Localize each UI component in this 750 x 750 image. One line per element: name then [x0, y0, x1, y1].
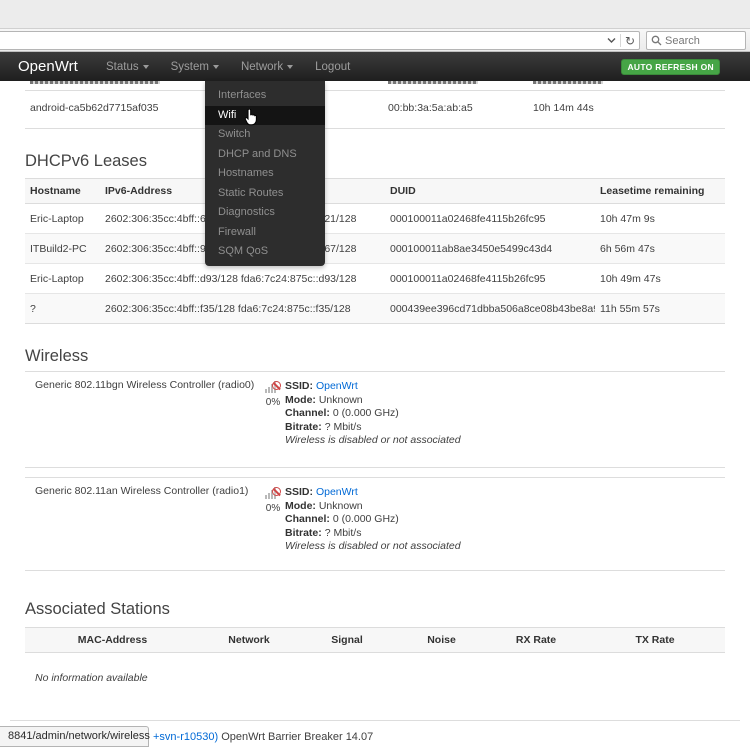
table-header-row: Hostname IPv6-Address DUID Leasetime rem…	[25, 179, 725, 204]
nav-status[interactable]: Status	[95, 61, 160, 73]
associated-stations-table: MAC-Address Network Signal Noise RX Rate…	[25, 627, 725, 653]
menu-item-switch[interactable]: Switch	[205, 125, 325, 145]
col-mac: MAC-Address	[25, 628, 200, 653]
radio0-block: Generic 802.11bgn Wireless Controller (r…	[25, 371, 725, 468]
link-preview-statusbar: 8841/admin/network/wireless	[0, 726, 149, 747]
caret-down-icon	[287, 65, 293, 69]
nav-network[interactable]: Network	[230, 61, 304, 73]
table-row: Eric-Laptop 2602:306:35cc:4bff::621/128 …	[25, 204, 725, 234]
table-divider	[25, 90, 725, 91]
menu-item-wifi[interactable]: Wifi	[205, 106, 325, 126]
clipped-row-remnant	[388, 81, 478, 84]
menu-item-hostnames[interactable]: Hostnames	[205, 164, 325, 184]
associated-stations-title: Associated Stations	[25, 600, 170, 619]
table-divider	[25, 128, 725, 129]
openwrt-navbar: OpenWrt Status System Network Logout AUT…	[0, 52, 750, 81]
col-signal: Signal	[298, 628, 396, 653]
dhcpv6-leases-title: DHCPv6 Leases	[25, 152, 147, 171]
caret-down-icon	[213, 65, 219, 69]
ssid-link[interactable]: OpenWrt	[316, 380, 358, 392]
col-hostname: Hostname	[25, 179, 100, 204]
signal-percent: 0%	[261, 503, 285, 514]
col-duid: DUID	[385, 179, 595, 204]
radio0-name: Generic 802.11bgn Wireless Controller (r…	[35, 379, 254, 391]
nav-logout[interactable]: Logout	[304, 61, 361, 73]
dhcp-hostname: android-ca5b62d7715af035	[30, 102, 158, 114]
no-signal-icon	[272, 381, 281, 390]
table-row: ? 2602:306:35cc:4bff::f35/128 fda6:7c24:…	[25, 294, 725, 324]
radio1-name: Generic 802.11an Wireless Controller (ra…	[35, 485, 248, 497]
no-signal-icon	[272, 487, 281, 496]
menu-item-interfaces[interactable]: Interfaces	[205, 86, 325, 106]
footer-text: +svn-r10530) OpenWrt Barrier Breaker 14.…	[153, 731, 373, 743]
clipped-row-remnant	[30, 81, 160, 84]
clipped-row-remnant	[533, 81, 603, 84]
table-header-row: MAC-Address Network Signal Noise RX Rate…	[25, 628, 725, 653]
browser-search-box[interactable]	[646, 31, 746, 50]
table-row: ITBuild2-PC 2602:306:35cc:4bff::967/128 …	[25, 234, 725, 264]
col-noise: Noise	[396, 628, 487, 653]
mouse-cursor-hand-icon	[244, 109, 260, 131]
signal-disabled-icon	[265, 487, 281, 500]
signal-percent: 0%	[261, 397, 285, 408]
url-bar[interactable]: ↻	[0, 31, 640, 50]
caret-down-icon	[143, 65, 149, 69]
col-leasetime: Leasetime remaining	[595, 179, 725, 204]
radio1-block: Generic 802.11an Wireless Controller (ra…	[25, 477, 725, 571]
col-network: Network	[200, 628, 298, 653]
menu-item-firewall[interactable]: Firewall	[205, 223, 325, 243]
toolbar-divider	[620, 34, 621, 47]
wireless-title: Wireless	[25, 347, 88, 366]
nav-system[interactable]: System	[160, 61, 230, 73]
chevron-down-icon[interactable]	[607, 37, 616, 44]
menu-item-dhcp-dns[interactable]: DHCP and DNS	[205, 145, 325, 165]
radio0-note: Wireless is disabled or not associated	[285, 434, 461, 448]
auto-refresh-badge[interactable]: AUTO REFRESH ON	[621, 59, 720, 75]
col-rx-rate: RX Rate	[487, 628, 585, 653]
signal-disabled-icon	[265, 381, 281, 394]
table-row: Eric-Laptop 2602:306:35cc:4bff::d93/128 …	[25, 264, 725, 294]
dhcpv6-leases-table: Hostname IPv6-Address DUID Leasetime rem…	[25, 178, 725, 324]
col-tx-rate: TX Rate	[585, 628, 725, 653]
luci-version-link[interactable]: +svn-r10530)	[153, 731, 218, 743]
no-information-message: No information available	[35, 672, 148, 684]
openwrt-wireless-page: ↻ OpenWrt Status System Network Logout A…	[0, 0, 750, 750]
ssid-link[interactable]: OpenWrt	[316, 486, 358, 498]
dhcp-mac: 00:bb:3a:5a:ab:a5	[388, 102, 473, 114]
search-icon	[651, 35, 662, 46]
radio1-note: Wireless is disabled or not associated	[285, 540, 461, 554]
dhcp-leasetime: 10h 14m 44s	[533, 102, 594, 114]
menu-item-static-routes[interactable]: Static Routes	[205, 184, 325, 204]
search-input[interactable]	[665, 35, 735, 47]
browser-tabstrip	[0, 0, 750, 29]
brand-logo: OpenWrt	[18, 58, 78, 75]
menu-item-sqm-qos[interactable]: SQM QoS	[205, 242, 325, 262]
network-dropdown-menu: Interfaces Wifi Switch DHCP and DNS Host…	[205, 81, 325, 266]
reload-icon[interactable]: ↻	[625, 35, 635, 47]
footer-divider	[10, 720, 740, 721]
menu-item-diagnostics[interactable]: Diagnostics	[205, 203, 325, 223]
